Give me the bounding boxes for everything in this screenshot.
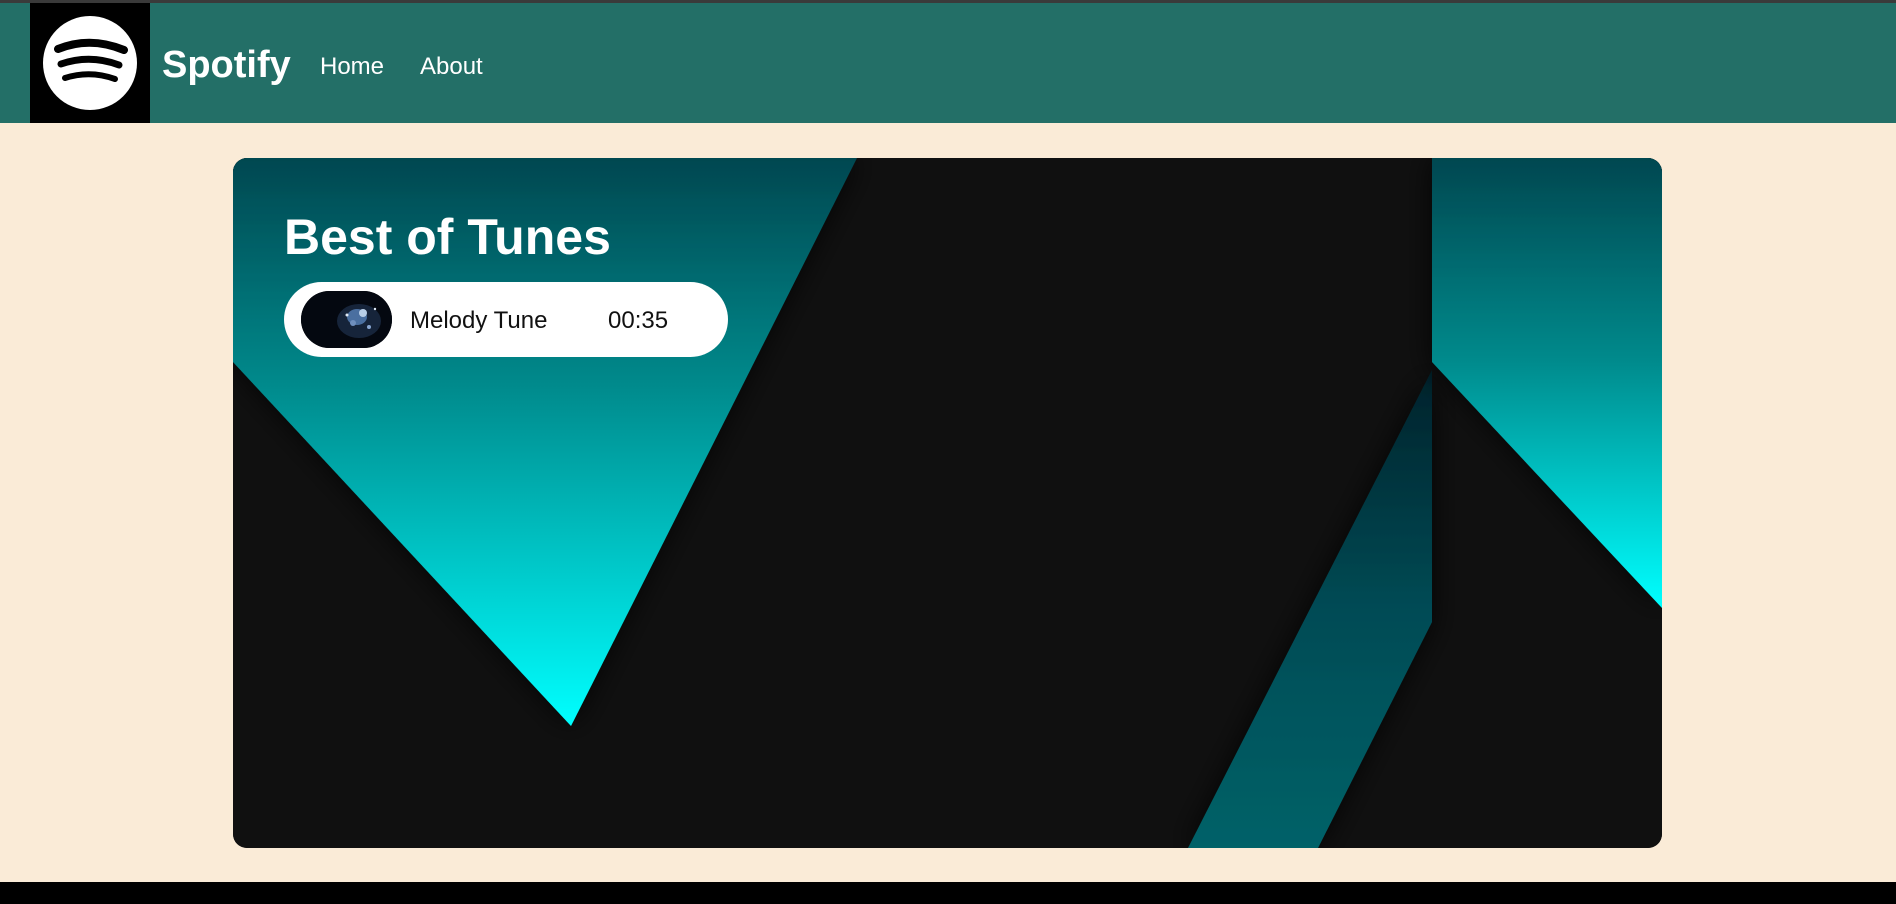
nav-link-home[interactable]: Home bbox=[320, 53, 384, 81]
song-cover-image bbox=[301, 291, 392, 348]
song-item[interactable]: Melody Tune 00:35 bbox=[284, 282, 728, 357]
brand-name[interactable]: Spotify bbox=[162, 43, 291, 87]
song-duration: 00:35 bbox=[608, 307, 669, 334]
playlist-card: Best of Tunes Melody Tune 00:35 bbox=[233, 158, 1662, 848]
spotify-logo-icon[interactable] bbox=[30, 3, 150, 123]
song-name: Melody Tune bbox=[410, 307, 548, 334]
bottom-bar bbox=[0, 882, 1896, 904]
navbar: Spotify Home About bbox=[0, 0, 1896, 123]
playlist-title: Best of Tunes bbox=[284, 209, 611, 265]
nav-link-about[interactable]: About bbox=[420, 53, 483, 81]
